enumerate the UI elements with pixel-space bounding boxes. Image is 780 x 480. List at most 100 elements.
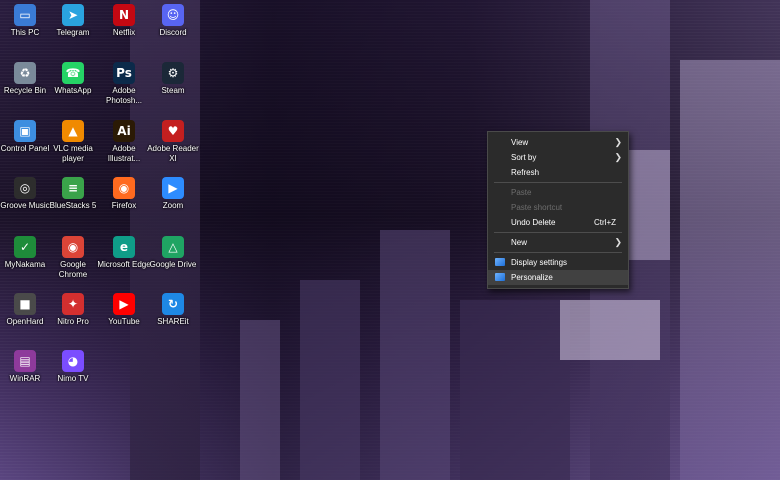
desktop-icon-label: WhatsApp	[54, 86, 92, 95]
recycle-bin-icon: ♻	[14, 62, 36, 84]
personalize-icon	[495, 273, 505, 281]
wallpaper-building	[680, 60, 780, 480]
shareit-icon: ↻	[162, 293, 184, 315]
menu-item-paste[interactable]: Paste	[488, 185, 628, 200]
menu-item-refresh[interactable]: Refresh	[488, 165, 628, 180]
menu-separator	[494, 232, 622, 233]
nimo-tv-icon: ◕	[62, 350, 84, 372]
desktop-icon[interactable]: ♻ Recycle Bin	[0, 62, 52, 96]
desktop-icon[interactable]: ◉ Google Chrome	[46, 236, 100, 280]
telegram-icon: ➤	[62, 4, 84, 26]
desktop-icon-label: Recycle Bin	[3, 86, 47, 95]
desktop-icon[interactable]: ➤ Telegram	[46, 4, 100, 38]
menu-item-sort-by[interactable]: Sort by ❯	[488, 150, 628, 165]
desktop-icon[interactable]: ⚙ Steam	[146, 62, 200, 96]
desktop-icon-label: Netflix	[112, 28, 136, 37]
desktop-icon[interactable]: ◕ Nimo TV	[46, 350, 100, 384]
menu-item-display-settings[interactable]: Display settings	[488, 255, 628, 270]
desktop-icon-label: VLC media player	[53, 144, 93, 163]
menu-item-sort-by-label: Sort by	[511, 153, 537, 162]
wallpaper-building	[240, 320, 280, 480]
chrome-icon: ◉	[62, 236, 84, 258]
wallpaper-building	[300, 280, 360, 480]
groove-music-icon: ◎	[14, 177, 36, 199]
desktop-icon-label: BlueStacks 5	[49, 201, 97, 210]
desktop-icon-label: YouTube	[108, 317, 140, 326]
desktop-icon[interactable]: Ps Adobe Photosh...	[97, 62, 151, 106]
menu-item-display-settings-label: Display settings	[511, 258, 568, 267]
desktop-icon[interactable]: ☎ WhatsApp	[46, 62, 100, 96]
desktop-icon-label: Adobe Photosh...	[105, 86, 143, 105]
desktop-icon-label: WinRAR	[9, 374, 41, 383]
menu-item-new-label: New	[511, 238, 528, 247]
desktop-icon[interactable]: ♥ Adobe Reader XI	[146, 120, 200, 164]
firefox-icon: ◉	[113, 177, 135, 199]
desktop-icon[interactable]: ✦ Nitro Pro	[46, 293, 100, 327]
desktop-icon[interactable]: ■ OpenHard	[0, 293, 52, 327]
desktop-icon-label: Microsoft Edge	[97, 260, 151, 269]
menu-item-paste-shortcut-label: Paste shortcut	[511, 203, 563, 212]
discord-icon: ☺	[162, 4, 184, 26]
desktop-icon-label: OpenHard	[6, 317, 44, 326]
acrobat-reader-icon: ♥	[162, 120, 184, 142]
desktop-icon-label: SHAREit	[157, 317, 189, 326]
wallpaper-building	[460, 300, 570, 480]
wallpaper-building	[380, 230, 450, 480]
desktop-icon[interactable]: ▶ Zoom	[146, 177, 200, 211]
desktop-icon[interactable]: ▣ Control Panel	[0, 120, 52, 154]
menu-separator	[494, 252, 622, 253]
bluestacks-icon: ≡	[62, 177, 84, 199]
steam-icon: ⚙	[162, 62, 184, 84]
wallpaper-sign	[560, 300, 660, 360]
menu-item-undo-delete[interactable]: Undo Delete Ctrl+Z	[488, 215, 628, 230]
desktop-icon[interactable]: ▲ VLC media player	[46, 120, 100, 164]
mynakama-icon: ✓	[14, 236, 36, 258]
desktop-icon-label: Google Drive	[149, 260, 197, 269]
desktop-icon[interactable]: N Netflix	[97, 4, 151, 38]
menu-item-undo-delete-label: Undo Delete	[511, 218, 556, 227]
menu-item-paste-label: Paste	[511, 188, 532, 197]
computer-icon: ▭	[14, 4, 36, 26]
desktop-icon[interactable]: ✓ MyNakama	[0, 236, 52, 270]
menu-item-refresh-label: Refresh	[511, 168, 540, 177]
desktop-icon-label: Control Panel	[0, 144, 50, 153]
youtube-icon: ▶	[113, 293, 135, 315]
desktop-icon-label: Zoom	[162, 201, 184, 210]
desktop-icon[interactable]: ☺ Discord	[146, 4, 200, 38]
desktop-icon-label: Firefox	[111, 201, 137, 210]
openhard-icon: ■	[14, 293, 36, 315]
illustrator-icon: Ai	[113, 120, 135, 142]
google-drive-icon: △	[162, 236, 184, 258]
menu-item-new[interactable]: New ❯	[488, 235, 628, 250]
menu-separator	[494, 182, 622, 183]
menu-item-view[interactable]: View ❯	[488, 135, 628, 150]
desktop-icon[interactable]: ↻ SHAREit	[146, 293, 200, 327]
edge-icon: e	[113, 236, 135, 258]
desktop-icon[interactable]: ▶ YouTube	[97, 293, 151, 327]
desktop-icon[interactable]: ◎ Groove Music	[0, 177, 52, 211]
desktop-icon-label: Adobe Reader XI	[147, 144, 199, 163]
nitro-pro-icon: ✦	[62, 293, 84, 315]
desktop-icon[interactable]: ◉ Firefox	[97, 177, 151, 211]
desktop-icon[interactable]: ▤ WinRAR	[0, 350, 52, 384]
desktop-icon-label: Google Chrome	[58, 260, 88, 279]
keyboard-shortcut: Ctrl+Z	[594, 218, 616, 227]
menu-item-personalize[interactable]: Personalize	[488, 270, 628, 285]
photoshop-icon: Ps	[113, 62, 135, 84]
desktop-icon[interactable]: ≡ BlueStacks 5	[46, 177, 100, 211]
desktop-icon[interactable]: e Microsoft Edge	[97, 236, 151, 270]
desktop-icon-label: Nitro Pro	[57, 317, 89, 326]
desktop-icon[interactable]: △ Google Drive	[146, 236, 200, 270]
desktop-icon[interactable]: ▭ This PC	[0, 4, 52, 38]
menu-item-paste-shortcut[interactable]: Paste shortcut	[488, 200, 628, 215]
chevron-right-icon: ❯	[614, 152, 622, 162]
desktop-icon[interactable]: Ai Adobe Illustrat...	[97, 120, 151, 164]
desktop-icon-label: Telegram	[56, 28, 90, 37]
desktop-icon-label: MyNakama	[4, 260, 46, 269]
desktop-icon-label: Steam	[161, 86, 185, 95]
menu-item-personalize-label: Personalize	[511, 273, 553, 282]
context-menu: View ❯ Sort by ❯ Refresh Paste Paste sho…	[487, 131, 629, 289]
menu-item-view-label: View	[511, 138, 529, 147]
winrar-icon: ▤	[14, 350, 36, 372]
chevron-right-icon: ❯	[614, 237, 622, 247]
